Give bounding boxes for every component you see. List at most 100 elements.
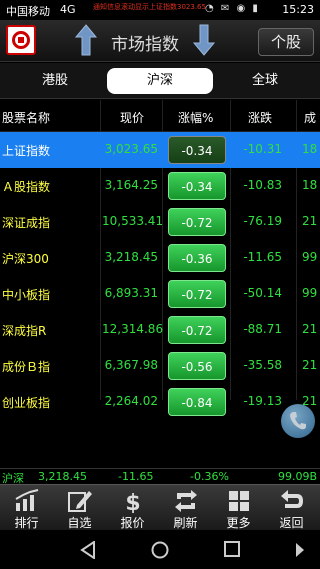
row-change: -50.14 — [243, 286, 282, 300]
nav-label: 返回 — [279, 516, 304, 530]
nav-label: 自选 — [67, 516, 92, 530]
col-header-vol[interactable]: 成 — [304, 109, 316, 126]
strip-pct: -0.36% — [190, 470, 229, 483]
nav-more[interactable]: 更多 — [212, 485, 265, 531]
tab-shsz[interactable]: 沪深 — [107, 68, 213, 94]
row-name: 创业板指 — [2, 396, 51, 410]
arrow-up-icon[interactable] — [74, 23, 98, 57]
nav-quote[interactable]: $ 报价 — [106, 485, 159, 531]
market-tabs: 港股 沪深 全球 — [0, 63, 320, 99]
row-change: -19.13 — [243, 394, 282, 408]
row-pct-badge[interactable]: -0.84 — [168, 388, 226, 416]
system-home-icon[interactable] — [151, 541, 169, 559]
col-header-price[interactable]: 现价 — [120, 109, 144, 126]
row-volume: 18 — [302, 142, 318, 156]
table-header: 股票名称 现价 涨幅% 涨跌 成 — [0, 100, 320, 132]
row-change: -11.65 — [243, 250, 282, 264]
table-row[interactable]: 沪深300 3,218.45 -0.36 -11.65 99 — [0, 240, 320, 276]
system-recents-icon[interactable] — [224, 541, 240, 557]
row-pct-badge[interactable]: -0.56 — [168, 352, 226, 380]
row-volume: 21 — [302, 322, 318, 336]
nav-watchlist[interactable]: 自选 — [53, 485, 106, 531]
table-row[interactable]: 成份Ｂ指 6,367.98 -0.56 -35.58 21 — [0, 348, 320, 384]
clock: 15:23 — [282, 3, 314, 16]
row-price: 6,893.31 — [104, 286, 158, 300]
row-name: 深证成指 — [2, 216, 51, 230]
col-header-name[interactable]: 股票名称 — [2, 109, 50, 126]
nav-label: 排行 — [14, 516, 39, 530]
row-volume: 18 — [302, 178, 318, 192]
arrow-down-icon[interactable] — [192, 23, 216, 57]
row-price: 10,533.41 — [102, 214, 164, 228]
stock-button[interactable]: 个股 — [258, 28, 314, 56]
system-back-icon[interactable] — [80, 541, 96, 559]
row-name: 中小板指 — [2, 288, 51, 302]
notification-ticker: 通知信息滚动显示上证指数3023.65 — [93, 3, 206, 11]
row-pct-badge[interactable]: -0.72 — [168, 316, 226, 344]
index-table: 上证指数 3,023.65 -0.34 -10.31 18 Ａ股指数 3,164… — [0, 132, 320, 420]
row-volume: 99 — [302, 250, 318, 264]
row-name: 深成指R — [2, 324, 47, 338]
col-header-pct[interactable]: 涨幅% — [178, 109, 213, 126]
phone-call-icon[interactable] — [281, 404, 315, 438]
table-row[interactable]: Ａ股指数 3,164.25 -0.34 -10.83 18 — [0, 168, 320, 204]
nav-ranking[interactable]: 排行 — [0, 485, 53, 531]
system-nav-bar — [0, 530, 320, 569]
row-price: 3,218.45 — [104, 250, 158, 264]
row-volume: 99 — [302, 286, 318, 300]
row-price: 6,367.98 — [104, 358, 158, 372]
row-name: 沪深300 — [2, 252, 49, 266]
nav-label: 刷新 — [173, 516, 198, 530]
brand-logo-icon[interactable] — [6, 25, 36, 55]
status-icons: ◔ ✉ ◉ ▮ — [205, 3, 260, 14]
page-title: 市场指数 — [111, 35, 179, 55]
system-menu-icon[interactable] — [294, 541, 306, 559]
nav-label: 更多 — [226, 516, 251, 530]
title-bar: 市场指数 个股 — [0, 20, 320, 62]
row-price: 12,314.86 — [102, 322, 164, 336]
status-bar: 中国移动 4G 通知信息滚动显示上证指数3023.65 ◔ ✉ ◉ ▮ 15:2… — [0, 0, 320, 20]
row-price: 3,023.65 — [104, 142, 158, 156]
bottom-nav: 排行 自选 $ 报价 刷新 更多 返回 — [0, 484, 320, 530]
back-arrow-icon — [281, 490, 303, 508]
row-pct-badge[interactable]: -0.72 — [168, 208, 226, 236]
carrier-label: 中国移动 — [6, 5, 50, 18]
table-row[interactable]: 上证指数 3,023.65 -0.34 -10.31 18 — [0, 132, 320, 168]
col-header-chg[interactable]: 涨跌 — [248, 109, 272, 126]
row-price: 3,164.25 — [104, 178, 158, 192]
svg-text:$: $ — [125, 491, 140, 513]
strip-price: 3,218.45 — [38, 470, 87, 483]
row-change: -88.71 — [243, 322, 282, 336]
refresh-icon — [175, 490, 197, 512]
nav-refresh[interactable]: 刷新 — [159, 485, 212, 531]
row-name: Ａ股指数 — [2, 180, 51, 194]
strip-volume: 99.09B — [278, 470, 318, 483]
edit-pen-icon — [68, 491, 92, 512]
row-change: -76.19 — [243, 214, 282, 228]
table-row[interactable]: 中小板指 6,893.31 -0.72 -50.14 99 — [0, 276, 320, 312]
strip-change: -11.65 — [118, 470, 154, 483]
grid-more-icon — [229, 491, 249, 511]
nav-back[interactable]: 返回 — [265, 485, 318, 531]
table-row[interactable]: 创业板指 2,264.02 -0.84 -19.13 21 — [0, 384, 320, 420]
row-change: -10.83 — [243, 178, 282, 192]
dollar-icon: $ — [125, 491, 140, 513]
row-name: 成份Ｂ指 — [2, 360, 51, 374]
row-pct-badge[interactable]: -0.72 — [168, 280, 226, 308]
table-row[interactable]: 深成指R 12,314.86 -0.72 -88.71 21 — [0, 312, 320, 348]
tab-hk[interactable]: 港股 — [10, 68, 100, 94]
row-price: 2,264.02 — [104, 394, 158, 408]
row-pct-badge[interactable]: -0.34 — [168, 172, 226, 200]
row-change: -10.31 — [243, 142, 282, 156]
table-row[interactable]: 深证成指 10,533.41 -0.72 -76.19 21 — [0, 204, 320, 240]
row-volume: 21 — [302, 358, 318, 372]
ranking-chart-icon — [15, 489, 39, 511]
tab-global[interactable]: 全球 — [220, 68, 310, 94]
network-label: 4G — [60, 3, 76, 16]
index-ticker-strip[interactable]: 沪深 3,218.45 -11.65 -0.36% 99.09B — [0, 468, 320, 485]
row-pct-badge[interactable]: -0.34 — [168, 136, 226, 164]
row-volume: 21 — [302, 214, 318, 228]
row-change: -35.58 — [243, 358, 282, 372]
nav-label: 报价 — [120, 516, 145, 530]
row-pct-badge[interactable]: -0.36 — [168, 244, 226, 272]
